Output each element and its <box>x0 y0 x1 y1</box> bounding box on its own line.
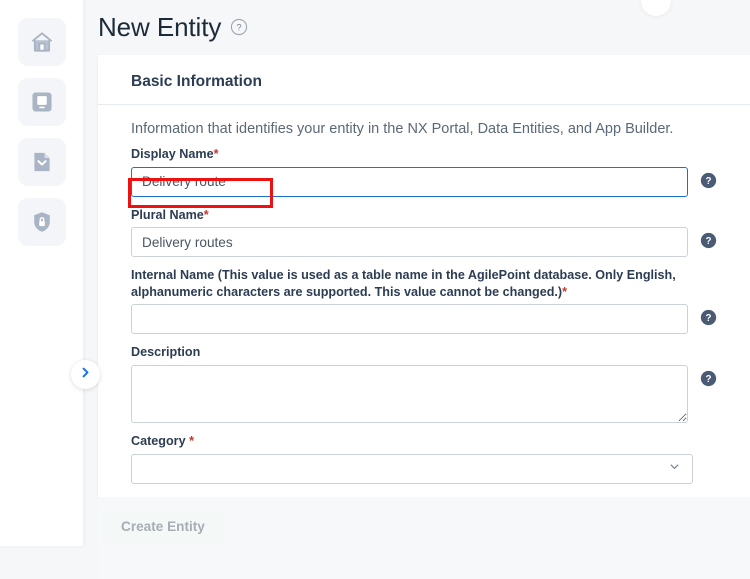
internal-name-required-mark: * <box>562 284 568 299</box>
card-intro-text: Information that identifies your entity … <box>131 121 674 137</box>
svg-text:?: ? <box>237 23 242 34</box>
svg-text:?: ? <box>706 374 712 385</box>
basic-information-card: Basic Information Information that ident… <box>98 55 750 497</box>
plural-name-help-icon[interactable]: ? <box>700 232 717 254</box>
main-content: New Entity ? Basic Information Informati… <box>83 0 750 579</box>
display-name-label: Display Name* <box>131 146 696 163</box>
sidebar-item-home[interactable] <box>17 18 66 66</box>
page-title: New Entity <box>98 12 222 42</box>
section-title: Basic Information <box>131 73 262 90</box>
description-label-text: Description <box>131 345 201 360</box>
plural-name-required-mark: * <box>203 207 209 222</box>
card-footer: Create Entity <box>98 497 750 579</box>
page-title-help-icon[interactable]: ? <box>230 18 248 41</box>
shield-lock-icon <box>29 209 55 235</box>
description-label: Description <box>131 344 696 361</box>
svg-text:?: ? <box>706 314 712 325</box>
category-select[interactable] <box>131 453 693 484</box>
description-textarea[interactable] <box>131 365 688 424</box>
field-display-name: Display Name* ? <box>131 146 717 197</box>
monitor-icon <box>29 89 55 115</box>
chevron-down-icon <box>667 459 682 479</box>
category-label-text: Category <box>131 434 186 449</box>
card-body: Information that identifies your entity … <box>98 105 750 484</box>
document-chevron-icon <box>29 149 55 175</box>
description-help-icon[interactable]: ? <box>700 370 717 392</box>
display-name-row: ? <box>131 166 717 197</box>
field-internal-name: Internal Name (This value is used as a t… <box>131 267 717 335</box>
internal-name-row: ? <box>131 304 717 335</box>
card-header: Basic Information <box>98 55 750 105</box>
category-row <box>131 453 717 484</box>
svg-text:?: ? <box>706 176 712 187</box>
display-name-help-icon[interactable]: ? <box>700 172 717 194</box>
sidebar-item-app-builder[interactable] <box>17 78 66 126</box>
chevron-right-icon <box>79 366 92 384</box>
internal-name-label: Internal Name (This value is used as a t… <box>131 267 696 300</box>
svg-text:?: ? <box>706 236 712 247</box>
internal-name-help-icon[interactable]: ? <box>700 309 717 331</box>
display-name-input[interactable] <box>131 166 688 197</box>
internal-name-label-text: Internal Name (This value is used as a t… <box>131 268 676 299</box>
display-name-label-text: Display Name <box>131 147 214 161</box>
sidebar-item-data-entities[interactable] <box>17 138 66 186</box>
category-label: Category * <box>131 433 696 450</box>
display-name-required-mark: * <box>213 147 219 161</box>
category-required-mark: * <box>189 434 194 449</box>
plural-name-input[interactable] <box>131 227 688 258</box>
field-category: Category * <box>131 433 717 484</box>
description-row: ? <box>131 365 717 424</box>
field-plural-name: Plural Name* ? <box>131 207 717 258</box>
field-description: Description ? <box>131 344 717 424</box>
home-icon <box>29 29 55 55</box>
create-entity-button[interactable]: Create Entity <box>103 511 223 542</box>
plural-name-row: ? <box>131 227 717 258</box>
internal-name-input[interactable] <box>131 304 688 335</box>
panel-expand-toggle[interactable] <box>71 360 100 389</box>
rail-item-list <box>0 0 83 246</box>
plural-name-label-text: Plural Name <box>131 207 204 222</box>
left-icon-rail <box>0 0 83 546</box>
plural-name-label: Plural Name* <box>131 207 696 224</box>
sidebar-item-access-control[interactable] <box>17 198 66 246</box>
application-window: New Entity ? Basic Information Informati… <box>0 0 750 579</box>
